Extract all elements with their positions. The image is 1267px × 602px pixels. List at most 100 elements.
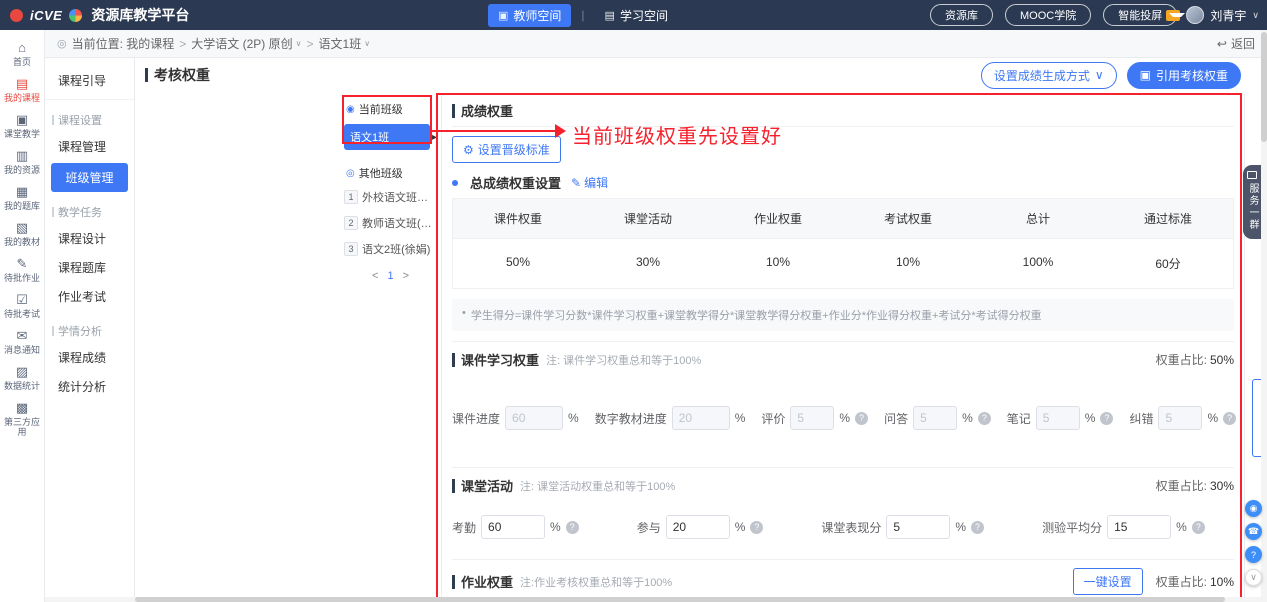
contact-icon[interactable]: ☎ bbox=[1245, 523, 1262, 540]
attendance-input[interactable] bbox=[481, 515, 545, 539]
sidebar-item-course-question-bank[interactable]: 课程题库 bbox=[45, 253, 134, 282]
class-performance-input[interactable] bbox=[886, 515, 950, 539]
quote-assessment-weight-button[interactable]: ▣ 引用考核权重 bbox=[1127, 62, 1241, 89]
promotion-standard-button[interactable]: ⚙ 设置晋级标准 bbox=[452, 136, 561, 163]
my-resources-icon: ▥ bbox=[16, 149, 28, 163]
title-bar-icon bbox=[452, 353, 455, 367]
back-button[interactable]: ↩ 返回 bbox=[1217, 35, 1255, 52]
user-name[interactable]: 刘青宇 bbox=[1210, 7, 1246, 24]
class-list-item[interactable]: 1 外校语文班级(刘青宁sy) bbox=[344, 184, 437, 210]
horizontal-scrollbar-thumb[interactable] bbox=[135, 597, 1225, 602]
learning-space-icon: ▤ bbox=[605, 9, 615, 22]
digital-textbook-progress-field: 数字教材进度 % bbox=[595, 406, 746, 430]
title-bar-icon bbox=[452, 479, 455, 493]
notes-field: 笔记 % ? bbox=[1007, 406, 1114, 430]
card-title: 成绩权重 bbox=[461, 101, 513, 120]
page-prev-button[interactable]: < bbox=[372, 270, 378, 282]
course-caret-icon: ∨ bbox=[296, 39, 302, 48]
help-icon[interactable]: ? bbox=[1245, 546, 1262, 563]
rail-item-my-courses[interactable]: ▤ 我的课程 bbox=[0, 72, 44, 108]
gear-icon: ⚙ bbox=[463, 143, 474, 157]
app-window: iCVE 资源库教学平台 ▣ 教师空间 | ▤ 学习空间 资源库 MOOC学院 … bbox=[0, 0, 1267, 602]
top-bar: iCVE 资源库教学平台 ▣ 教师空间 | ▤ 学习空间 资源库 MOOC学院 … bbox=[0, 0, 1267, 30]
nav-teacher-space[interactable]: ▣ 教师空间 bbox=[488, 4, 571, 27]
sidebar-item-course-guide[interactable]: 课程引导 bbox=[45, 64, 134, 100]
page-next-button[interactable]: > bbox=[403, 270, 409, 282]
total-weight-title: 总成绩权重设置 bbox=[470, 173, 561, 192]
service-icon[interactable]: ◉ bbox=[1245, 500, 1262, 517]
homework-ratio: 一键设置 权重占比: 10% bbox=[1073, 568, 1234, 595]
logo-area: iCVE 资源库教学平台 bbox=[10, 5, 189, 25]
rail-item-data-statistics[interactable]: ▨ 数据统计 bbox=[0, 360, 44, 396]
bullet-icon bbox=[452, 180, 458, 186]
course-sidebar: 课程引导 课程设置 课程管理 班级管理 教学任务 课程设计 课程题库 作业考试 bbox=[45, 58, 135, 602]
class-submenu-arrow-icon[interactable]: ▸ bbox=[432, 132, 437, 143]
edit-total-weight-link[interactable]: ✎ 编辑 bbox=[571, 174, 608, 191]
class-list-item[interactable]: 2 教师语文班(刘青宇) bbox=[344, 210, 437, 236]
error-correction-input bbox=[1158, 406, 1202, 430]
sidebar-item-course-design[interactable]: 课程设计 bbox=[45, 224, 134, 253]
teacher-space-icon: ▣ bbox=[498, 9, 508, 22]
digital-textbook-progress-input bbox=[672, 406, 730, 430]
info-icon: ? bbox=[1100, 412, 1113, 425]
icve-logo-icon bbox=[10, 9, 23, 22]
rail-item-home[interactable]: ⌂ 首页 bbox=[0, 36, 44, 72]
rail-item-my-textbooks[interactable]: ▧ 我的教材 bbox=[0, 216, 44, 252]
screen-cast-icon bbox=[1247, 171, 1257, 179]
top-links: 资源库 MOOC学院 智能投屏 bbox=[930, 0, 1177, 30]
notification-icon[interactable] bbox=[1166, 10, 1180, 21]
current-class-item[interactable]: 语文1班 bbox=[344, 124, 430, 150]
main-header: 考核权重 设置成绩生成方式 ∨ ▣ 引用考核权重 bbox=[135, 58, 1267, 92]
total-weight-section-head: 总成绩权重设置 ✎ 编辑 bbox=[452, 173, 1234, 192]
nav-learning-space[interactable]: ▤ 学习空间 bbox=[595, 4, 678, 27]
rail-item-third-party-apps[interactable]: ▩ 第三方应用 bbox=[0, 396, 44, 442]
class-panel: ◉ 当前班级 语文1班 ▸ ◎ 其他班级 bbox=[344, 92, 437, 282]
courseware-progress-input bbox=[505, 406, 563, 430]
collapse-icon[interactable]: ∨ bbox=[1245, 569, 1262, 586]
sidebar-group-course-settings: 课程设置 bbox=[52, 112, 134, 128]
class-performance-field: 课堂表现分 % ? bbox=[821, 515, 984, 539]
sidebar-item-course-management[interactable]: 课程管理 bbox=[45, 132, 134, 161]
user-caret-icon: ∨ bbox=[1252, 10, 1259, 21]
sidebar-group-learning-analysis: 学情分析 bbox=[52, 323, 134, 339]
rail-item-pending-exams[interactable]: ☑ 待批考试 bbox=[0, 288, 44, 324]
rail-item-pending-homework[interactable]: ✎ 待批作业 bbox=[0, 252, 44, 288]
vertical-scrollbar-thumb[interactable] bbox=[1261, 32, 1267, 142]
rail-item-classroom-teaching[interactable]: ▣ 课堂教学 bbox=[0, 108, 44, 144]
resource-library-button[interactable]: 资源库 bbox=[930, 4, 993, 26]
info-icon: ? bbox=[566, 521, 579, 534]
sidebar-item-class-management[interactable]: 班级管理 bbox=[51, 163, 128, 192]
rail-item-my-resources[interactable]: ▥ 我的资源 bbox=[0, 144, 44, 180]
breadcrumb-class[interactable]: 语文1班 ∨ bbox=[319, 35, 371, 52]
breadcrumb-course[interactable]: 大学语文 (2P) 原创 ∨ bbox=[191, 35, 301, 52]
rail-item-notifications[interactable]: ✉ 消息通知 bbox=[0, 324, 44, 360]
third-party-apps-icon: ▩ bbox=[16, 401, 28, 415]
user-area[interactable]: 刘青宇 ∨ bbox=[1166, 0, 1259, 30]
participation-input[interactable] bbox=[666, 515, 730, 539]
back-icon: ↩ bbox=[1217, 37, 1227, 51]
sidebar-item-homework-exam[interactable]: 作业考试 bbox=[45, 282, 134, 311]
rail-item-question-bank[interactable]: ▦ 我的题库 bbox=[0, 180, 44, 216]
sidebar-item-statistics-analysis[interactable]: 统计分析 bbox=[45, 372, 134, 401]
service-group-badge[interactable]: 服务一群 bbox=[1243, 165, 1261, 239]
group-bar-icon bbox=[52, 207, 54, 217]
class-list-item[interactable]: 3 语文2班(徐娟) bbox=[344, 236, 437, 262]
quiz-average-field: 测验平均分 % ? bbox=[1042, 515, 1205, 539]
pencil-icon: ✎ bbox=[571, 176, 581, 190]
location-icon: ◎ bbox=[57, 37, 67, 50]
info-icon: ? bbox=[855, 412, 868, 425]
class-index-badge: 2 bbox=[344, 216, 358, 230]
page-number[interactable]: 1 bbox=[387, 270, 393, 282]
avatar[interactable] bbox=[1186, 6, 1204, 24]
title-bar-icon bbox=[452, 575, 455, 589]
one-click-setup-button[interactable]: 一键设置 bbox=[1073, 568, 1143, 595]
notifications-icon: ✉ bbox=[17, 329, 28, 343]
pending-exams-icon: ☑ bbox=[16, 293, 28, 307]
mooc-college-button[interactable]: MOOC学院 bbox=[1005, 4, 1091, 26]
floating-toolbar: ◉ ☎ ? ∨ bbox=[1245, 500, 1262, 586]
quiz-average-input[interactable] bbox=[1107, 515, 1171, 539]
grade-generation-method-button[interactable]: 设置成绩生成方式 ∨ bbox=[981, 62, 1117, 89]
home-icon: ⌂ bbox=[18, 41, 26, 55]
nav-divider: | bbox=[581, 8, 584, 22]
sidebar-item-course-grades[interactable]: 课程成绩 bbox=[45, 343, 134, 372]
